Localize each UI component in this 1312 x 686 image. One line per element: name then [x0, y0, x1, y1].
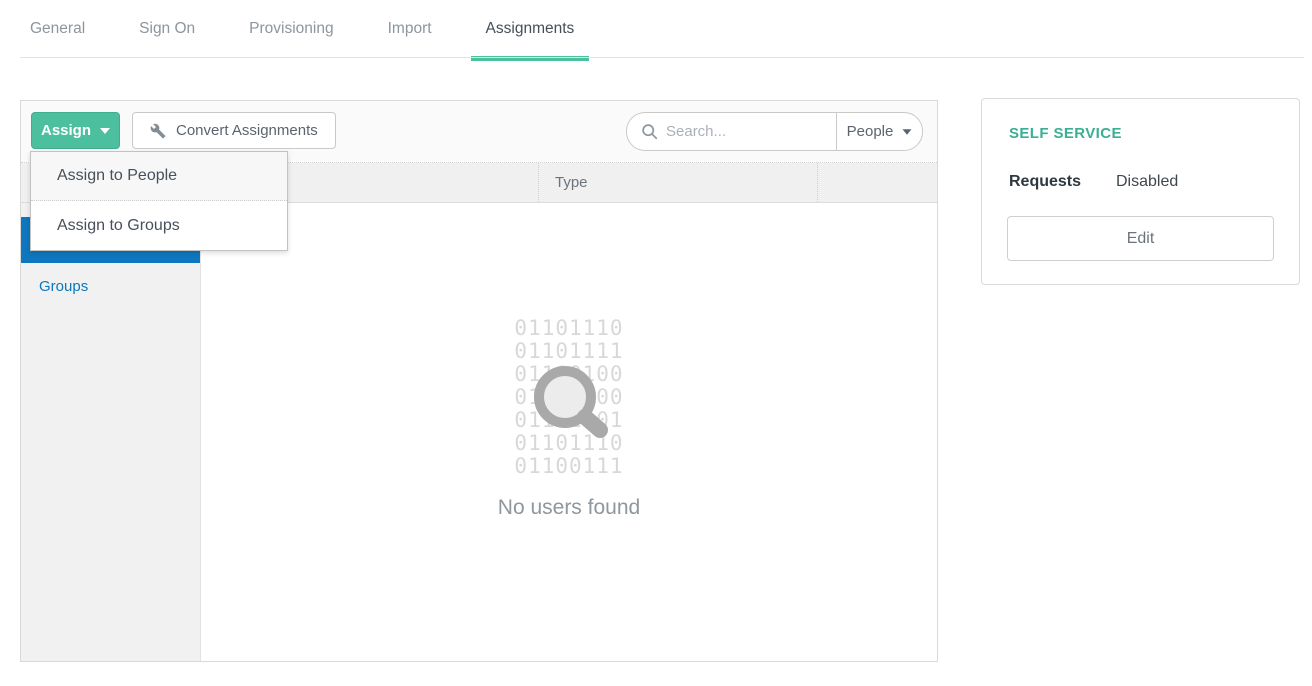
- wrench-icon: [150, 123, 166, 139]
- assignments-empty-state: 01101110 01101111 01110100 01101000 0110…: [201, 203, 937, 661]
- chevron-down-icon: [100, 128, 110, 134]
- menu-item-assign-to-people[interactable]: Assign to People: [31, 152, 287, 201]
- tab-bar: General Sign On Provisioning Import Assi…: [30, 14, 628, 61]
- tab-assignments[interactable]: Assignments: [486, 14, 575, 61]
- tab-bar-divider: [20, 57, 1304, 58]
- search-group: People: [626, 112, 923, 151]
- menu-item-assign-to-groups[interactable]: Assign to Groups: [31, 201, 287, 250]
- chevron-down-icon: [903, 129, 912, 134]
- magnifier-icon: [523, 355, 613, 445]
- search-scope-label: People: [847, 123, 894, 140]
- column-header-actions: [818, 163, 937, 202]
- assign-button-label: Assign: [41, 122, 91, 139]
- search-box: [626, 112, 836, 151]
- app-assignments-page: General Sign On Provisioning Import Assi…: [0, 0, 1312, 686]
- search-input[interactable]: [666, 123, 816, 140]
- requests-row: Requests Disabled: [1009, 173, 1279, 191]
- binary-line: 01101110: [201, 317, 937, 340]
- tab-sign-on[interactable]: Sign On: [139, 14, 195, 61]
- assign-dropdown-menu: Assign to People Assign to Groups: [30, 151, 288, 251]
- search-scope-dropdown[interactable]: People: [836, 112, 923, 151]
- column-header-type[interactable]: Type: [538, 163, 818, 202]
- search-icon: [641, 123, 658, 140]
- requests-value: Disabled: [1116, 173, 1178, 191]
- sidebar-item-groups[interactable]: Groups: [21, 263, 200, 309]
- edit-button[interactable]: Edit: [1007, 216, 1274, 261]
- assignments-side-nav: Groups: [21, 203, 201, 661]
- tab-provisioning[interactable]: Provisioning: [249, 14, 333, 61]
- binary-line: 01100111: [201, 455, 937, 478]
- tab-import[interactable]: Import: [388, 14, 432, 61]
- convert-assignments-button[interactable]: Convert Assignments: [132, 112, 336, 149]
- tab-general[interactable]: General: [30, 14, 85, 61]
- assign-button[interactable]: Assign: [31, 112, 120, 149]
- empty-state-message: No users found: [201, 496, 937, 520]
- assignments-body: Groups 01101110 01101111 01110100 011010…: [21, 203, 937, 661]
- requests-label: Requests: [1009, 173, 1116, 191]
- self-service-title: SELF SERVICE: [1009, 125, 1122, 142]
- convert-assignments-label: Convert Assignments: [176, 122, 318, 139]
- self-service-panel: SELF SERVICE Requests Disabled Edit: [981, 98, 1300, 285]
